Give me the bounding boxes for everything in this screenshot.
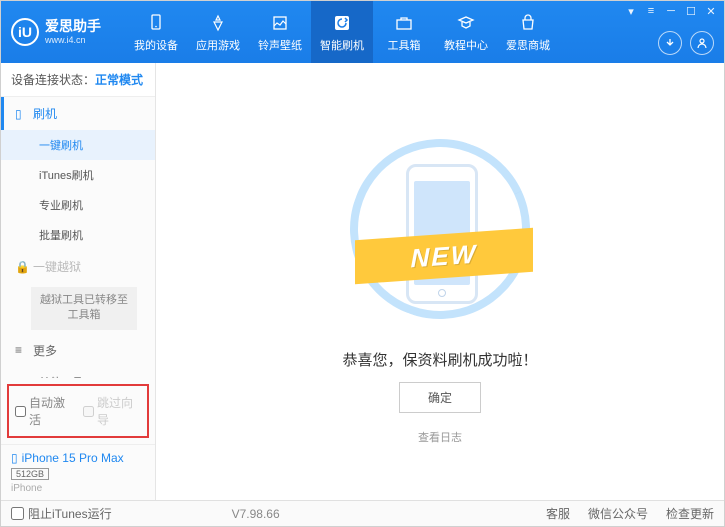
footer: 阻止iTunes运行 V7.98.66 客服 微信公众号 检查更新 xyxy=(1,500,724,526)
settings-icon[interactable]: ≡ xyxy=(644,4,658,18)
nav-ringtones[interactable]: 铃声壁纸 xyxy=(249,1,311,63)
main-content: NEW 恭喜您，保资料刷机成功啦！ 确定 查看日志 xyxy=(156,63,724,500)
footer-wechat[interactable]: 微信公众号 xyxy=(588,505,648,522)
nav-store[interactable]: 爱思商城 xyxy=(497,1,559,63)
download-button[interactable] xyxy=(658,31,682,55)
nav-flash[interactable]: 智能刷机 xyxy=(311,1,373,63)
device-type: iPhone xyxy=(11,483,145,494)
menu-itunes-flash[interactable]: iTunes刷机 xyxy=(1,160,155,190)
skip-guide-checkbox[interactable]: 跳过向导 xyxy=(83,394,141,428)
app-url: www.i4.cn xyxy=(45,35,101,46)
app-header: iU 爱思助手 www.i4.cn 我的设备 应用游戏 铃声壁纸 智能刷机 工具… xyxy=(1,1,724,63)
sidebar: 设备连接状态：正常模式 ▯刷机 一键刷机 iTunes刷机 专业刷机 批量刷机 … xyxy=(1,63,156,500)
view-log-link[interactable]: 查看日志 xyxy=(418,429,462,445)
wallpaper-icon xyxy=(269,12,291,34)
menu-other-tools[interactable]: 其他工具 xyxy=(1,367,155,378)
success-illustration: NEW xyxy=(340,139,540,329)
window-controls: ▾ ≡ ─ ☐ ✕ xyxy=(624,4,718,18)
ribbon-text: NEW xyxy=(411,238,478,274)
footer-support[interactable]: 客服 xyxy=(546,505,570,522)
tutorial-icon xyxy=(455,12,477,34)
device-info[interactable]: ▯iPhone 15 Pro Max 512GB iPhone xyxy=(1,444,155,500)
user-button[interactable] xyxy=(690,31,714,55)
phone-icon: ▯ xyxy=(15,107,27,121)
menu-batch-flash[interactable]: 批量刷机 xyxy=(1,220,155,250)
phone-small-icon: ▯ xyxy=(11,451,18,465)
menu-icon[interactable]: ▾ xyxy=(624,4,638,18)
success-message: 恭喜您，保资料刷机成功啦！ xyxy=(342,349,537,370)
auto-activate-checkbox[interactable]: 自动激活 xyxy=(15,394,73,428)
logo-icon: iU xyxy=(11,18,39,46)
device-icon xyxy=(145,12,167,34)
menu-pro-flash[interactable]: 专业刷机 xyxy=(1,190,155,220)
footer-update[interactable]: 检查更新 xyxy=(666,505,714,522)
nav-toolbox[interactable]: 工具箱 xyxy=(373,1,435,63)
version-label: V7.98.66 xyxy=(232,507,280,521)
store-icon xyxy=(517,12,539,34)
nav-apps[interactable]: 应用游戏 xyxy=(187,1,249,63)
minimize-icon[interactable]: ─ xyxy=(664,4,678,18)
flash-icon xyxy=(331,12,353,34)
close-icon[interactable]: ✕ xyxy=(704,4,718,18)
ok-button[interactable]: 确定 xyxy=(399,382,481,413)
block-itunes-checkbox[interactable]: 阻止iTunes运行 xyxy=(11,505,112,522)
lock-icon: 🔒 xyxy=(15,260,27,274)
maximize-icon[interactable]: ☐ xyxy=(684,4,698,18)
menu-flash-head[interactable]: ▯刷机 xyxy=(1,97,155,130)
nav-my-device[interactable]: 我的设备 xyxy=(125,1,187,63)
menu-one-click-flash[interactable]: 一键刷机 xyxy=(1,130,155,160)
top-nav: 我的设备 应用游戏 铃声壁纸 智能刷机 工具箱 教程中心 爱思商城 xyxy=(125,1,559,63)
menu-more-head[interactable]: ≡更多 xyxy=(1,334,155,367)
toolbox-icon xyxy=(393,12,415,34)
flash-options: 自动激活 跳过向导 xyxy=(7,384,149,438)
storage-badge: 512GB xyxy=(11,468,49,480)
app-logo: iU 爱思助手 www.i4.cn xyxy=(11,18,101,46)
nav-tutorials[interactable]: 教程中心 xyxy=(435,1,497,63)
device-status: 设备连接状态：正常模式 xyxy=(1,63,155,97)
app-title: 爱思助手 xyxy=(45,18,101,35)
apps-icon xyxy=(207,12,229,34)
jailbreak-note: 越狱工具已转移至工具箱 xyxy=(31,287,137,330)
more-icon: ≡ xyxy=(15,343,27,357)
menu-jailbreak-head[interactable]: 🔒一键越狱 xyxy=(1,250,155,283)
